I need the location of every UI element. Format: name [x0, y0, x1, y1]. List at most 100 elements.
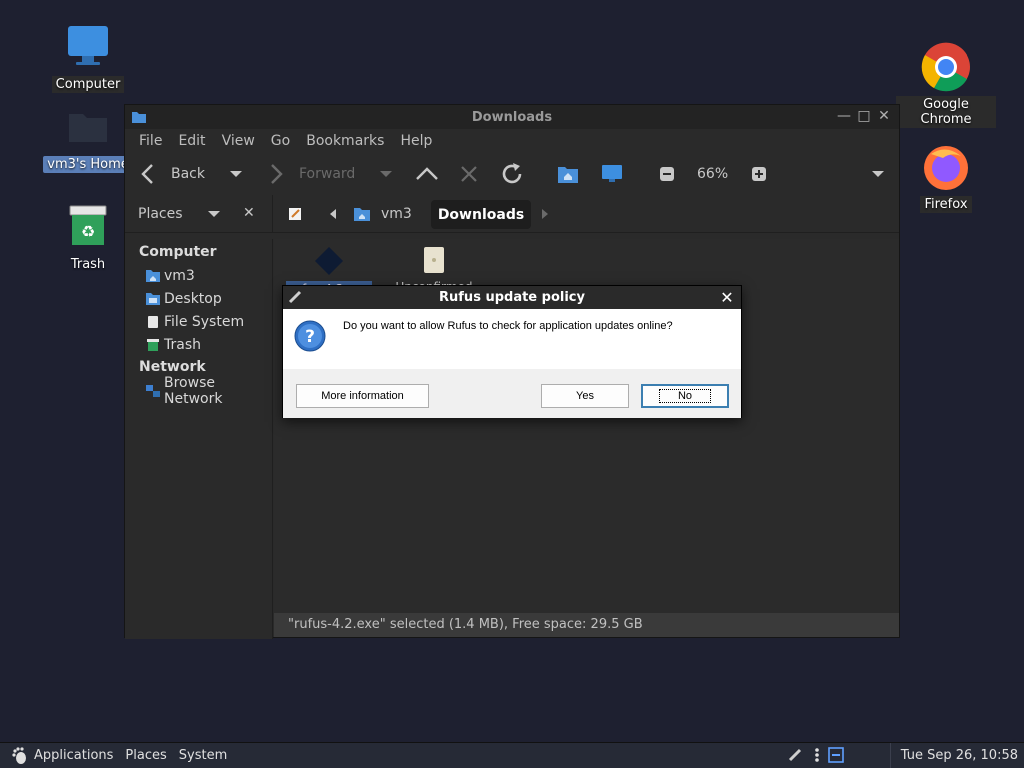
system-menu[interactable]: System — [173, 748, 233, 763]
clock[interactable]: Tue Sep 26, 10:58 — [889, 743, 1018, 768]
menu-bookmarks[interactable]: Bookmarks — [298, 133, 392, 149]
home-folder-icon — [145, 268, 161, 284]
bottom-panel: Applications Places System Tue Sep 26, 1… — [0, 742, 1024, 768]
desktop-icon-label: Trash — [70, 257, 106, 272]
forward-history-dropdown[interactable] — [379, 169, 393, 179]
computer-button[interactable] — [601, 164, 623, 184]
menu-edit[interactable]: Edit — [170, 133, 213, 149]
chrome-icon — [921, 42, 970, 92]
forward-label: Forward — [299, 166, 356, 182]
desktop-icon-label: vm3's Home — [43, 156, 133, 173]
reload-icon — [502, 163, 522, 184]
menu-file[interactable]: File — [131, 133, 170, 149]
desktop-icon-chrome[interactable]: Google Chrome — [896, 42, 996, 128]
maximize-icon[interactable]: □ — [855, 107, 873, 125]
applications-label: Applications — [34, 748, 114, 763]
home-folder-icon — [69, 114, 107, 142]
breadcrumb-vm3[interactable]: vm3 — [353, 203, 412, 225]
minimize-icon[interactable]: — — [835, 107, 853, 125]
file-icon — [424, 247, 444, 273]
applications-menu[interactable]: Applications — [0, 746, 119, 765]
places-title: Places — [138, 206, 183, 222]
close-sidebar-icon[interactable]: ✕ — [243, 205, 255, 221]
back-history-dropdown[interactable] — [229, 169, 243, 179]
chevron-right-icon — [542, 209, 548, 219]
sidebar-item-trash[interactable]: Trash — [125, 333, 272, 356]
forward-button[interactable]: Forward — [267, 163, 355, 185]
no-button[interactable]: No — [641, 384, 729, 408]
button-label: More information — [321, 390, 404, 402]
close-icon[interactable]: ✕ — [718, 288, 736, 307]
breadcrumb-label: Downloads — [437, 206, 525, 223]
zoom-out-icon — [660, 167, 674, 181]
trash-icon — [145, 337, 161, 353]
sidebar-item-browse-network[interactable]: Browse Network — [125, 375, 272, 407]
kebab-menu-icon — [815, 748, 819, 762]
back-button[interactable]: Back — [139, 163, 205, 185]
toggle-location-entry-button[interactable] — [287, 206, 303, 226]
places-menu[interactable]: Places — [119, 748, 172, 763]
sidebar-item-label: File System — [164, 313, 245, 330]
computer-icon — [602, 165, 622, 182]
dialog-message: Do you want to allow Rufus to check for … — [343, 320, 673, 332]
toolbar-overflow-dropdown[interactable] — [871, 169, 885, 179]
up-button[interactable] — [415, 164, 439, 184]
sidebar-item-desktop[interactable]: Desktop — [125, 287, 272, 310]
sidebar-item-vm3[interactable]: vm3 — [125, 264, 272, 287]
stop-button[interactable] — [459, 164, 479, 184]
stop-icon — [461, 166, 477, 182]
home-folder-icon — [354, 208, 370, 221]
yes-button[interactable]: Yes — [541, 384, 629, 408]
back-label: Back — [171, 166, 205, 182]
reload-button[interactable] — [499, 161, 525, 187]
menu-help[interactable]: Help — [392, 133, 440, 149]
button-label: No — [658, 389, 712, 403]
close-icon[interactable]: ✕ — [875, 107, 893, 125]
firefox-icon — [924, 146, 968, 190]
sidebar-item-label: Browse Network — [164, 374, 223, 407]
tray-menu[interactable] — [814, 747, 820, 767]
window-titlebar[interactable]: Downloads — □ ✕ — [125, 105, 899, 129]
tray-rufus[interactable] — [788, 748, 802, 766]
window-title: Downloads — [471, 109, 553, 125]
desktop-icon-firefox[interactable]: Firefox — [896, 142, 996, 213]
sidebar-item-label: vm3 — [164, 267, 195, 284]
status-bar: "rufus-4.2.exe" selected (1.4 MB), Free … — [274, 613, 899, 637]
desktop-icon-home[interactable]: vm3's Home — [38, 104, 138, 173]
sidebar-item-label: Trash — [164, 336, 201, 353]
menu-go[interactable]: Go — [263, 133, 298, 149]
drive-icon — [145, 314, 161, 330]
chevron-down-icon — [872, 171, 884, 177]
breadcrumb-label: vm3 — [381, 206, 412, 222]
dialog-titlebar[interactable]: Rufus update policy ✕ — [283, 286, 741, 309]
file-item-unconfirmed[interactable]: Unconfirmed — [386, 245, 482, 289]
desktop-icon-trash[interactable]: ♻ Trash — [38, 204, 138, 273]
places-sidebar: Computer vm3 Desktop File System Trash N… — [125, 239, 273, 639]
sidebar-item-label: Desktop — [164, 290, 222, 307]
gnome-foot-icon — [12, 746, 26, 764]
tray-show-desktop[interactable] — [828, 747, 844, 767]
desktop-icon-label: Google Chrome — [896, 96, 996, 128]
places-header: Places ✕ — [125, 195, 273, 233]
zoom-in-button[interactable] — [751, 166, 767, 182]
sidebar-item-file-system[interactable]: File System — [125, 310, 272, 333]
more-information-button[interactable]: More information — [296, 384, 429, 408]
question-icon: ? — [294, 320, 326, 352]
home-folder-icon — [558, 167, 578, 183]
dialog-title: Rufus update policy — [439, 290, 585, 305]
arrow-left-icon — [141, 164, 153, 184]
dialog-body: ? Do you want to allow Rufus to check fo… — [283, 309, 741, 369]
desktop-icon-label: Computer — [51, 76, 125, 93]
system-label: System — [178, 748, 228, 763]
home-button[interactable] — [557, 164, 579, 184]
zoom-out-button[interactable] — [659, 166, 675, 182]
path-scroll-left[interactable] — [329, 208, 337, 224]
menu-view[interactable]: View — [214, 133, 263, 149]
path-scroll-right[interactable] — [541, 208, 549, 224]
sidebar-section-computer: Computer — [139, 244, 217, 260]
trash-icon: ♻ — [69, 205, 107, 245]
desktop-icon-computer[interactable]: Computer — [38, 24, 138, 93]
chevron-down-icon[interactable] — [207, 209, 221, 219]
breadcrumb-downloads[interactable]: Downloads — [431, 200, 531, 229]
computer-icon — [68, 26, 108, 65]
